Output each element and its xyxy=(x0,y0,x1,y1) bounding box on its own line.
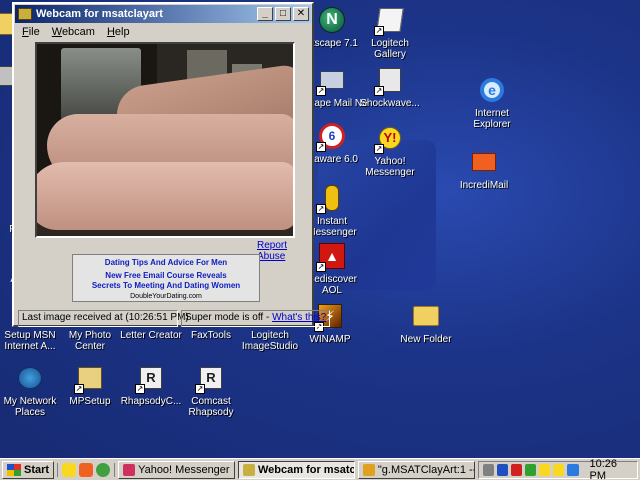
aol-icon: ▲ ↗ xyxy=(316,240,348,272)
netscape-icon: N xyxy=(316,4,348,36)
menu-help[interactable]: Help xyxy=(107,26,130,40)
desktop-icon-label: Logitech Gallery xyxy=(371,38,409,60)
webcam-window[interactable]: Webcam for msatclayart _ □ ✕ File Webcam… xyxy=(12,2,331,327)
task-webcam[interactable]: Webcam for msatcla... xyxy=(237,460,355,479)
menu-webcam[interactable]: Webcam xyxy=(52,26,95,40)
mpsetup-icon: ↗ xyxy=(74,362,106,394)
webcam-app-icon xyxy=(18,8,32,20)
incredimail-icon xyxy=(468,146,500,178)
windows-logo-icon xyxy=(7,463,21,476)
comcast-rhapsody-icon: R ↗ xyxy=(195,362,227,394)
network-places-icon xyxy=(14,362,46,394)
yahoo-task-icon xyxy=(123,463,136,476)
window-titlebar[interactable]: Webcam for msatclayart _ □ ✕ xyxy=(15,5,311,23)
desktop-icon-label: IncrediMail xyxy=(459,180,509,191)
taskbar: Start Yahoo! Messenger Webcam for msatcl… xyxy=(0,458,640,480)
task-label: Yahoo! Messenger xyxy=(138,463,230,476)
desktop-icon-new-folder[interactable]: New Folder xyxy=(390,300,462,345)
chat-task-icon xyxy=(362,463,375,476)
window-title: Webcam for msatclayart xyxy=(36,8,163,20)
incredimail-quicklaunch-icon[interactable] xyxy=(79,462,94,477)
status-bar: Last image received at (10:26:51 PM) Sup… xyxy=(18,310,331,327)
desktop-icon-comcast-rhapsody[interactable]: R ↗ Comcast Rhapsody xyxy=(175,362,247,418)
ad-line-2: New Free Email Course Reveals xyxy=(105,271,227,280)
shockwave-icon: ↗ xyxy=(374,64,406,96)
desktop-icon-shockwave[interactable]: ↗ Shockwave... xyxy=(354,64,426,109)
rhapsody-icon: R ↗ xyxy=(135,362,167,394)
task-label: Webcam for msatcla... xyxy=(257,463,355,476)
menu-file[interactable]: File xyxy=(22,26,40,40)
ad-source: DoubleYourDating.com xyxy=(130,293,202,300)
clock[interactable]: 10:26 PM xyxy=(590,458,634,480)
aim-icon: ↗ xyxy=(316,182,348,214)
network-tray-icon[interactable] xyxy=(496,463,509,476)
system-tray: 10:26 PM xyxy=(477,458,638,480)
maximize-button[interactable]: □ xyxy=(275,7,291,21)
webcam-video-frame xyxy=(35,42,295,238)
volume-tray-icon[interactable] xyxy=(482,463,494,476)
task-chat[interactable]: "g.MSATClayArt:1 -- Chat xyxy=(357,460,475,479)
ad-line-1: Dating Tips And Advice For Men xyxy=(104,258,228,267)
start-label: Start xyxy=(24,463,50,476)
netscape-mail-icon: ↗ xyxy=(316,64,348,96)
task-yahoo-messenger[interactable]: Yahoo! Messenger xyxy=(118,460,235,479)
logitech-gallery-icon: ↗ xyxy=(374,4,406,36)
desktop-icon-internet-explorer[interactable]: e Internet Explorer xyxy=(456,74,528,130)
ie-tray-icon[interactable] xyxy=(567,463,579,476)
desktop-icon-yahoo-messenger[interactable]: Y! ↗ Yahoo! Messenger xyxy=(354,122,426,178)
close-button[interactable]: ✕ xyxy=(293,7,309,21)
menu-bar: File Webcam Help xyxy=(14,24,312,42)
super-mode-text: Super mode is off - xyxy=(185,312,273,323)
yahoo-quicklaunch-icon[interactable] xyxy=(62,462,77,477)
desktop-icon-label: WINAMP xyxy=(309,334,351,345)
whats-this-link[interactable]: What's this? xyxy=(272,312,326,323)
folder-icon xyxy=(410,300,442,332)
update-tray-icon[interactable] xyxy=(525,463,537,476)
media-quicklaunch-icon[interactable] xyxy=(96,462,111,477)
ad-aware-icon: 6 ↗ xyxy=(316,120,348,152)
antivirus-tray-icon[interactable] xyxy=(511,463,523,476)
task-label: "g.MSATClayArt:1 -- Chat xyxy=(377,463,474,476)
ad-banner[interactable]: Dating Tips And Advice For Men New Free … xyxy=(72,254,260,302)
desktop-icon-label: New Folder xyxy=(400,334,452,345)
ad-line-3: Secrets To Meeting And Dating Women xyxy=(91,281,241,290)
status-super-mode: Super mode is off - What's this? xyxy=(181,310,331,327)
desktop-icon-incredimail[interactable]: IncrediMail xyxy=(448,146,520,191)
desktop-icon-label: Internet Explorer xyxy=(473,108,511,130)
desktop-icon-logitech-gallery[interactable]: ↗ Logitech Gallery xyxy=(354,4,426,60)
internet-explorer-icon: e xyxy=(476,74,508,106)
messenger-tray-icon[interactable] xyxy=(553,463,565,476)
desktop-icon-label: Shockwave... xyxy=(360,98,420,109)
desktop-icon-label: Comcast Rhapsody xyxy=(188,396,234,418)
webcam-task-icon xyxy=(242,463,255,476)
desktop-icon-label: Yahoo! Messenger xyxy=(365,156,415,178)
report-abuse-link[interactable]: Report Abuse xyxy=(257,240,312,262)
minimize-button[interactable]: _ xyxy=(257,7,273,21)
yahoo-messenger-icon: Y! ↗ xyxy=(374,122,406,154)
status-last-image: Last image received at (10:26:51 PM) xyxy=(18,310,189,327)
yahoo-tray-icon[interactable] xyxy=(539,463,551,476)
quick-launch xyxy=(57,462,116,477)
start-button[interactable]: Start xyxy=(2,460,55,479)
